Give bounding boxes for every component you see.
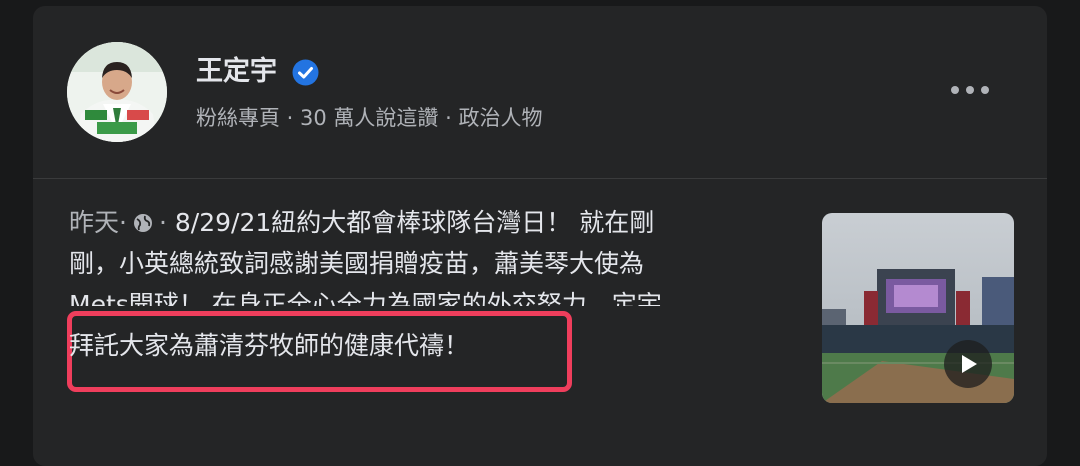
post-text-line1: 8/29/21紐約大都會棒球隊台灣日！ 就在剛 (174, 208, 655, 237)
globe-icon[interactable] (133, 213, 153, 233)
meta-separator: · (119, 208, 127, 237)
meta-separator: · (158, 208, 167, 237)
page-meta: 粉絲專頁 · 30 萬人說這讚 · 政治人物 (196, 106, 543, 130)
post-text-line2: 剛，小英總統致詞感謝美國捐贈疫苗，蕭美琴大使為 (69, 249, 645, 278)
more-options-icon (951, 86, 959, 94)
post-body: 昨天· · 8/29/21紐約大都會棒球隊台灣日！ 就在剛 剛，小英總統致詞感謝美… (69, 202, 809, 306)
divider (33, 178, 1047, 179)
verified-badge-icon (292, 59, 319, 86)
play-icon (962, 355, 977, 373)
post-card: 王定宇 粉絲專頁 · 30 萬人說這讚 · 政治人物 昨天· · 8/29/21紐… (33, 6, 1047, 466)
highlighted-text: 拜託大家為蕭清芬牧師的健康代禱！ (69, 331, 470, 360)
post-timestamp[interactable]: 昨天 (69, 208, 119, 237)
avatar-image (67, 42, 167, 142)
play-button[interactable] (944, 340, 992, 388)
more-options-button[interactable] (945, 78, 995, 102)
post-line-1: 昨天· · 8/29/21紐約大都會棒球隊台灣日！ 就在剛 (69, 202, 809, 243)
post-text-line3: Mets開球！ 在身正全心全力為國家的外交努力，定宇 (69, 290, 662, 306)
video-thumbnail[interactable] (822, 213, 1014, 403)
avatar[interactable] (67, 42, 167, 142)
page-name[interactable]: 王定宇 (196, 56, 277, 88)
